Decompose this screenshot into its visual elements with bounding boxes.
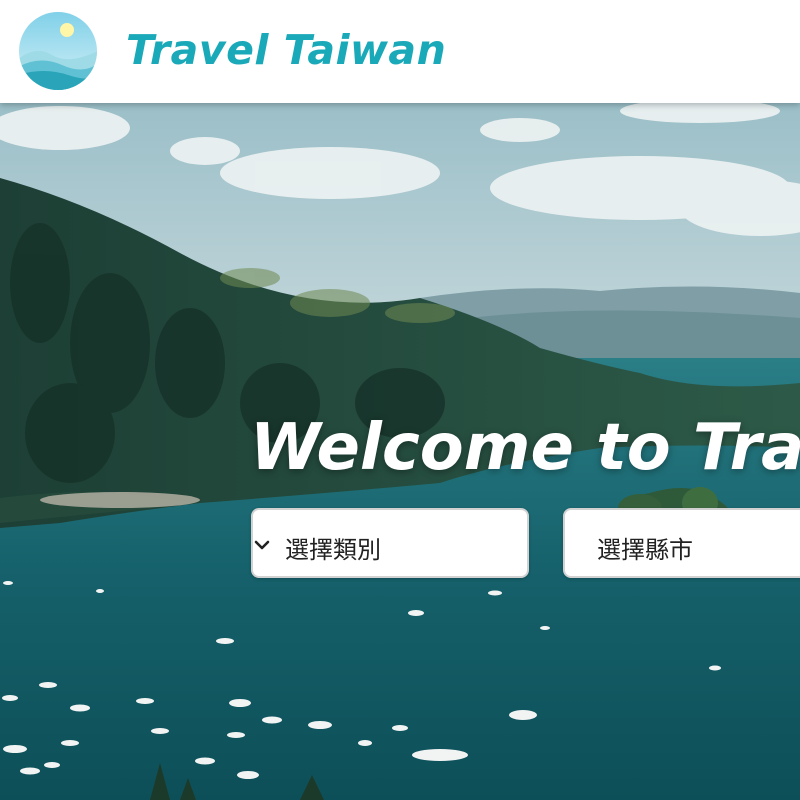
top-navbar: Travel Taiwan — [0, 0, 800, 103]
category-select[interactable]: 選擇類別 — [251, 508, 529, 578]
city-select-value: 選擇縣市 — [597, 536, 693, 564]
hero-banner: Welcome to Trav 選擇類別 選擇縣市 — [0, 103, 800, 800]
welcome-heading: Welcome to Trav — [250, 411, 800, 485]
landscape-sun-logo-icon[interactable] — [18, 11, 98, 91]
city-select[interactable]: 選擇縣市 — [563, 508, 800, 578]
brand-title[interactable]: Travel Taiwan — [126, 26, 446, 74]
category-select-value: 選擇類別 — [285, 536, 381, 564]
chevron-down-icon — [254, 540, 270, 550]
